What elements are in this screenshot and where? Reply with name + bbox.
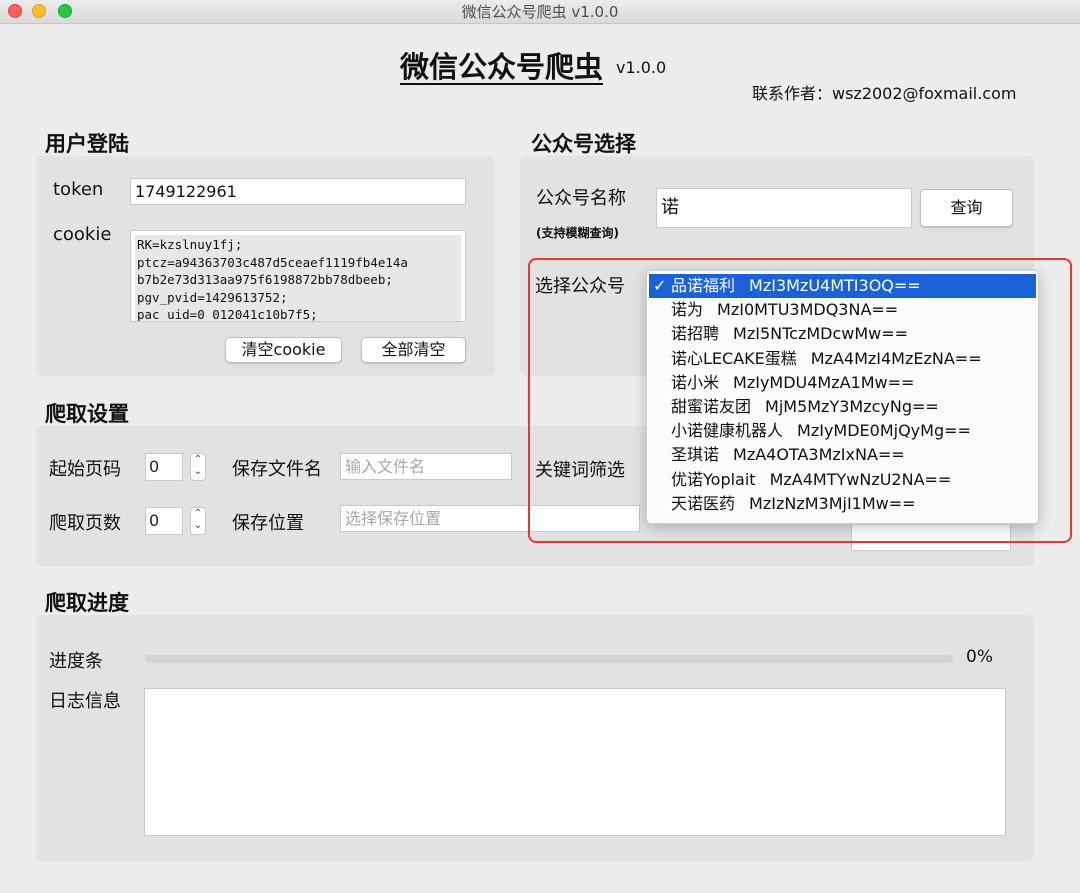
minimize-window-button[interactable] xyxy=(32,4,46,18)
account-name-label: 公众号名称 xyxy=(536,188,626,209)
close-window-button[interactable] xyxy=(8,4,22,18)
chevron-down-icon[interactable]: ⌄ xyxy=(191,466,205,478)
title-bar: 微信公众号爬虫 v1.0.0 xyxy=(0,0,1080,24)
app-version: v1.0.0 xyxy=(616,58,667,77)
chevron-up-icon[interactable]: ⌃ xyxy=(191,454,205,466)
login-section-title: 用户登陆 xyxy=(45,132,129,156)
filename-label: 保存文件名 xyxy=(232,459,322,480)
token-input[interactable]: 1749122961 xyxy=(130,178,466,205)
app-window: 微信公众号爬虫 v1.0.0 微信公众号爬虫 v1.0.0 联系作者：wsz20… xyxy=(0,0,1080,893)
start-page-input[interactable]: 0 xyxy=(145,453,183,481)
chevron-down-icon[interactable]: ⌄ xyxy=(191,520,205,532)
app-title: 微信公众号爬虫 xyxy=(400,50,604,84)
cookie-textarea[interactable]: RK=kzslnuy1fj; ptcz=a94363703c487d5ceaef… xyxy=(130,230,466,322)
highlight-annotation xyxy=(528,258,1072,543)
page-count-label: 爬取页数 xyxy=(49,513,121,534)
account-name-input[interactable]: 诺 xyxy=(656,188,912,228)
start-page-label: 起始页码 xyxy=(49,459,121,480)
window-title: 微信公众号爬虫 v1.0.0 xyxy=(461,3,619,21)
clear-all-button[interactable]: 全部清空 xyxy=(361,337,466,363)
account-section-title: 公众号选择 xyxy=(531,132,636,156)
token-label: token xyxy=(53,179,104,200)
contact-info: 联系作者：wsz2002@foxmail.com xyxy=(752,84,1017,103)
start-page-stepper[interactable]: ⌃ ⌄ xyxy=(190,453,206,481)
filename-input[interactable]: 输入文件名 xyxy=(340,453,512,480)
progress-bar-label: 进度条 xyxy=(49,651,103,672)
location-label: 保存位置 xyxy=(232,513,304,534)
progress-section-title: 爬取进度 xyxy=(45,591,129,615)
crawl-settings-section-title: 爬取设置 xyxy=(45,402,129,426)
page-count-input[interactable]: 0 xyxy=(145,507,183,535)
fuzzy-search-hint: (支持模糊查询) xyxy=(536,226,619,240)
progress-bar xyxy=(145,655,953,663)
maximize-window-button[interactable] xyxy=(58,4,72,18)
clear-cookie-button[interactable]: 清空cookie xyxy=(225,337,342,363)
chevron-up-icon[interactable]: ⌃ xyxy=(191,508,205,520)
query-button[interactable]: 查询 xyxy=(920,189,1013,227)
log-label: 日志信息 xyxy=(49,691,121,712)
cookie-text[interactable]: RK=kzslnuy1fj; ptcz=a94363703c487d5ceaef… xyxy=(135,235,461,321)
log-textarea[interactable] xyxy=(144,688,1006,836)
progress-percent: 0% xyxy=(966,647,993,667)
cookie-label: cookie xyxy=(53,224,112,245)
page-count-stepper[interactable]: ⌃ ⌄ xyxy=(190,507,206,535)
